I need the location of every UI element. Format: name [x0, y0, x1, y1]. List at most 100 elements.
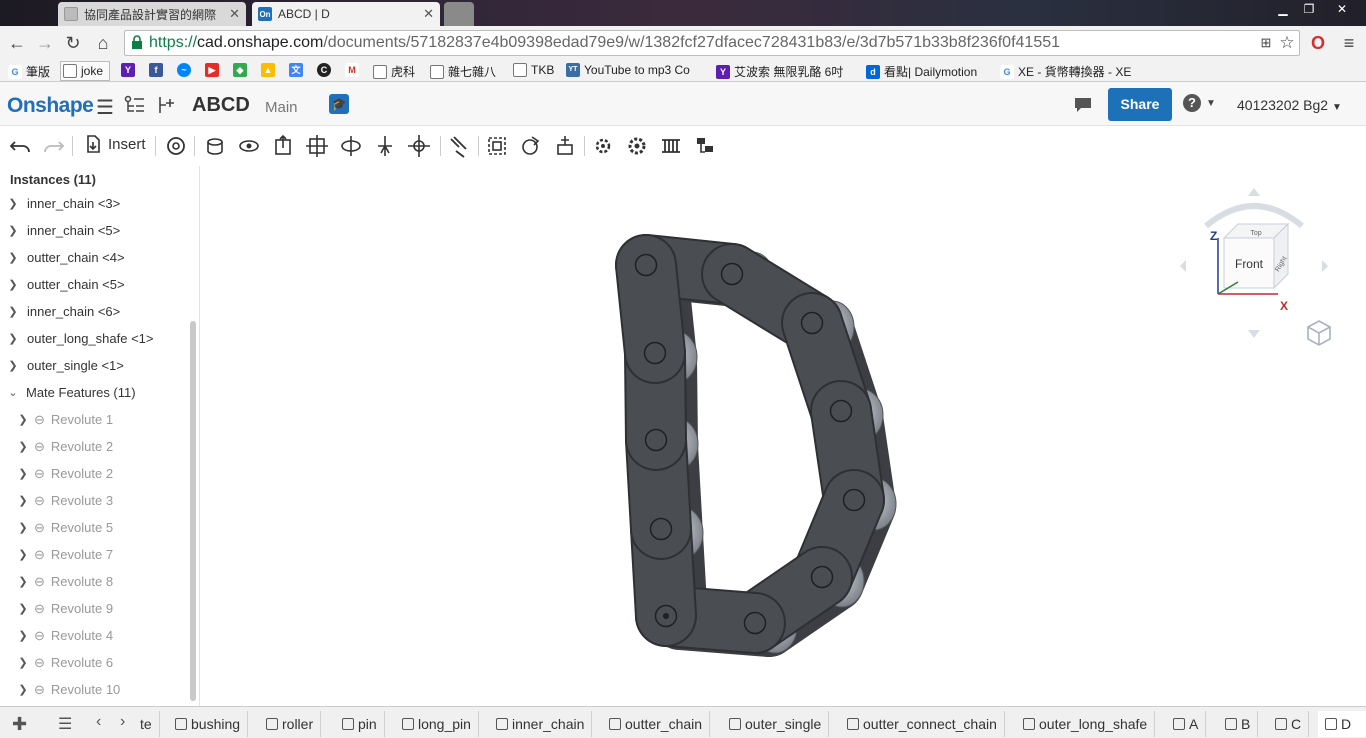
tab-bushing[interactable]: bushing [168, 711, 249, 737]
mate-features-folder[interactable]: ⌄ Mate Features (11) [8, 379, 198, 406]
chevron-right-icon[interactable]: ❯ [8, 332, 18, 345]
chevron-right-icon[interactable]: ❯ [18, 413, 28, 426]
instance-item[interactable]: ❯ outter_chain <5> [8, 271, 198, 298]
tab-outer-long-shafe[interactable]: outer_long_shafe [1016, 711, 1156, 737]
close-tab-icon[interactable]: ✕ [423, 6, 434, 22]
chevron-right-icon[interactable]: ❯ [8, 278, 18, 291]
help-icon[interactable]: ? [1183, 94, 1201, 112]
parallel-mate-icon[interactable] [552, 133, 578, 159]
mate-item[interactable]: ❯ ⊖ Revolute 1 [18, 406, 208, 433]
opera-extension-icon[interactable]: O [1307, 32, 1329, 54]
chevron-right-icon[interactable]: ❯ [8, 305, 18, 318]
insert-part-icon[interactable] [156, 95, 178, 115]
chevron-right-icon[interactable]: ❯ [18, 575, 28, 588]
pin-slot-mate-icon[interactable] [372, 133, 398, 159]
bookmark-item[interactable]: Y 艾波索 無限乳酪 6吋 [716, 63, 858, 80]
rack-pinion-icon[interactable] [624, 133, 650, 159]
chevron-right-icon[interactable]: ❯ [8, 224, 18, 237]
mate-item[interactable]: ❯ ⊖ Revolute 7 [18, 541, 208, 568]
chevron-right-icon[interactable]: ❯ [18, 683, 28, 696]
bookmark-folder[interactable]: 雜七雜八 [430, 63, 496, 80]
bookmark-facebook[interactable]: f [149, 63, 167, 77]
planar-mate-icon[interactable] [304, 133, 330, 159]
bookmark-folder[interactable]: 虎科 [373, 63, 415, 80]
back-icon[interactable]: ← [6, 32, 28, 54]
hamburger-menu-icon[interactable]: ☰ [96, 95, 114, 120]
menu-icon[interactable]: ≡ [1338, 32, 1360, 54]
linear-relation-icon[interactable] [692, 133, 718, 159]
revolute-mate-icon[interactable] [236, 133, 262, 159]
tangent-mate-icon[interactable] [518, 133, 544, 159]
mate-item[interactable]: ❯ ⊖ Revolute 10 [18, 676, 208, 703]
instance-item[interactable]: ❯ outer_long_shafe <1> [8, 325, 198, 352]
bookmark-drive[interactable]: ▲ [261, 63, 279, 77]
tab-outter-chain[interactable]: outter_chain [602, 711, 711, 737]
bookmark-item[interactable]: TKB [513, 63, 554, 77]
tab-te[interactable]: te [138, 711, 160, 737]
mate-item[interactable]: ❯ ⊖ Revolute 2 [18, 433, 208, 460]
tab-list-icon[interactable]: ☰ [58, 714, 72, 734]
slider-mate-icon[interactable] [270, 133, 296, 159]
tab-long-pin[interactable]: long_pin [395, 711, 479, 737]
tab-a[interactable]: A [1166, 711, 1207, 737]
bookmark-item[interactable]: YT YouTube to mp3 Co [566, 63, 714, 77]
mate-item[interactable]: ❯ ⊖ Revolute 9 [18, 595, 208, 622]
rotate-up-arrow-icon[interactable] [1248, 188, 1260, 196]
scroll-tabs-right-icon[interactable]: › [120, 713, 125, 731]
screw-relation-icon[interactable] [658, 133, 684, 159]
cylindrical-mate-icon[interactable] [338, 133, 364, 159]
reload-icon[interactable]: ↻ [62, 32, 84, 54]
chevron-right-icon[interactable]: ❯ [8, 251, 18, 264]
tab-outter-connect-chain[interactable]: outter_connect_chain [840, 711, 1005, 737]
bookmark-item[interactable]: G XE - 貨幣轉換器 - XE [1000, 63, 1152, 80]
bookmark-translate[interactable]: 文 [289, 63, 307, 77]
browser-tab-active[interactable]: On ABCD | D ✕ [252, 2, 440, 26]
bookmark-star-icon[interactable]: ☆ [1276, 32, 1298, 54]
new-tab-button[interactable] [444, 2, 474, 26]
bookmark-messenger[interactable]: ~ [177, 63, 195, 77]
insert-button[interactable]: Insert [84, 134, 146, 154]
redo-icon[interactable] [40, 133, 66, 159]
browser-tab-inactive[interactable]: 協同產品設計實習的網際 ✕ [58, 2, 246, 26]
address-bar[interactable]: https://cad.onshape.com/documents/571828… [124, 30, 1300, 56]
mate-connector-icon[interactable] [446, 133, 472, 159]
chevron-right-icon[interactable]: ❯ [18, 467, 28, 480]
bookmark-maps[interactable]: ◆ [233, 63, 251, 77]
tab-b[interactable]: B [1218, 711, 1259, 737]
bookmark-yahoo[interactable]: Y [121, 63, 139, 77]
learning-center-icon[interactable]: 🎓 [329, 94, 349, 114]
rotate-arc-icon[interactable] [1204, 203, 1304, 229]
tab-roller[interactable]: roller [259, 711, 322, 737]
chevron-down-icon[interactable]: ⌄ [8, 386, 18, 399]
instance-item[interactable]: ❯ inner_chain <6> [8, 298, 198, 325]
home-icon[interactable]: ⌂ [92, 32, 114, 54]
chevron-right-icon[interactable]: ❯ [18, 629, 28, 642]
bookmark-item[interactable]: G 筆版 [8, 63, 50, 80]
gear-relation-icon[interactable] [590, 133, 616, 159]
mate-item[interactable]: ❯ ⊖ Revolute 6 [18, 649, 208, 676]
tab-d[interactable]: D [1318, 711, 1366, 737]
bookmark-item[interactable]: d 看點| Dailymotion [866, 63, 977, 80]
mate-item[interactable]: ❯ ⊖ Revolute 3 [18, 487, 208, 514]
instance-item[interactable]: ❯ inner_chain <5> [8, 217, 198, 244]
translate-icon[interactable]: ⊞ [1255, 32, 1277, 54]
user-menu[interactable]: 40123202 Bg2 ▼ [1237, 97, 1342, 113]
feature-list-icon[interactable] [124, 95, 146, 115]
bookmark-item[interactable]: joke [60, 61, 111, 81]
tab-outer-single[interactable]: outer_single [722, 711, 830, 737]
mate-item[interactable]: ❯ ⊖ Revolute 8 [18, 568, 208, 595]
comments-icon[interactable] [1073, 96, 1093, 114]
fastened-mate-icon[interactable] [202, 133, 228, 159]
instance-item[interactable]: ❯ outer_single <1> [8, 352, 198, 379]
tab-inner-chain[interactable]: inner_chain [489, 711, 593, 737]
document-name[interactable]: ABCD [192, 94, 250, 117]
rotate-down-arrow-icon[interactable] [1248, 330, 1260, 338]
rotate-right-arrow-icon[interactable] [1322, 260, 1328, 272]
chevron-right-icon[interactable]: ❯ [8, 197, 18, 210]
bookmark-youtube[interactable]: ▶ [205, 63, 223, 77]
bookmark-gmail[interactable]: M [345, 63, 363, 77]
close-window-icon[interactable]: ✕ [1324, 2, 1360, 16]
chevron-right-icon[interactable]: ❯ [18, 494, 28, 507]
share-button[interactable]: Share [1108, 88, 1172, 121]
replicate-icon[interactable] [163, 133, 189, 159]
